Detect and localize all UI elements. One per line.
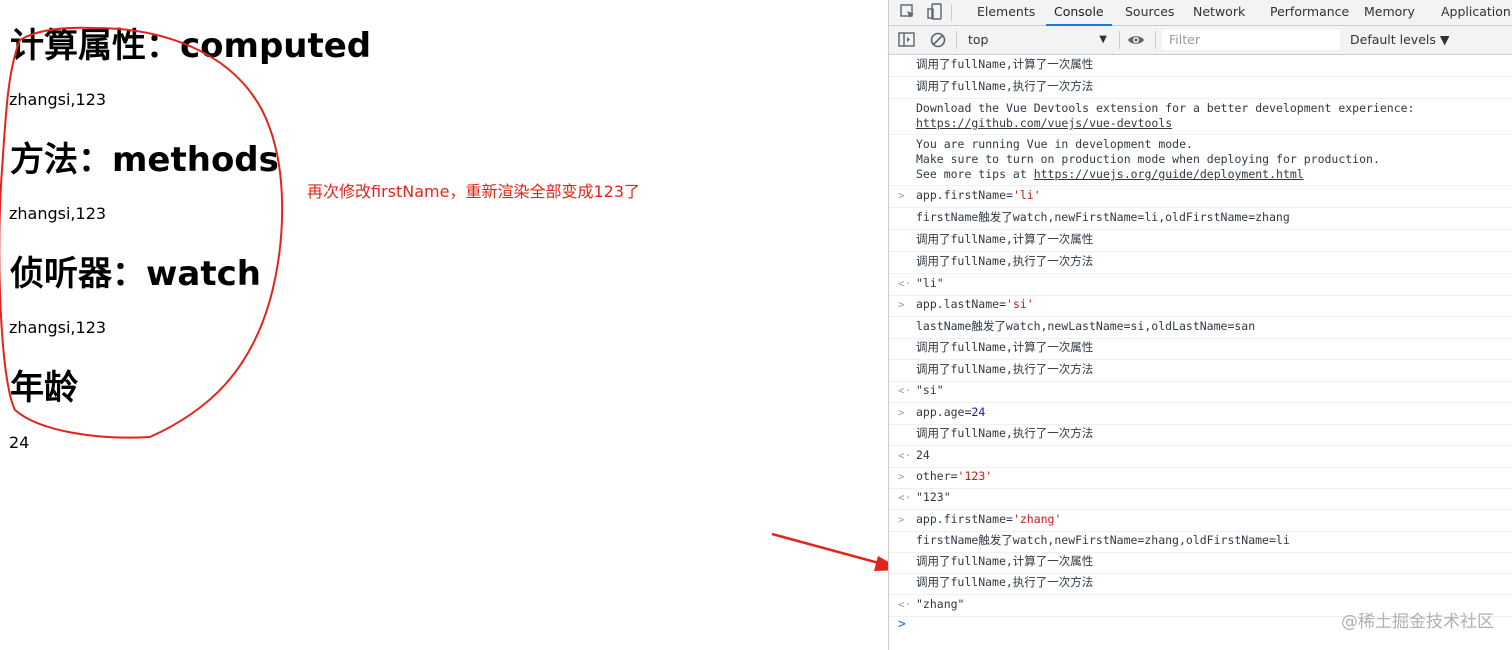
log-row: > app.lastName='si'	[889, 295, 1512, 317]
return-arrow-icon: <·	[898, 449, 912, 462]
log-row: 调用了fullName,计算了一次属性	[889, 55, 1512, 77]
tab-network[interactable]: Network	[1193, 0, 1245, 25]
log-row: 调用了fullName,计算了一次属性	[889, 230, 1512, 252]
watch-value: zhangsi,123	[9, 318, 107, 337]
vue-devtools-link[interactable]: https://github.com/vuejs/vue-devtools	[916, 116, 1172, 130]
log-row: <· "si"	[889, 381, 1512, 403]
log-text: 调用了fullName,计算了一次属性	[916, 57, 1094, 71]
log-row: 调用了fullName,计算了一次属性	[889, 552, 1512, 574]
tab-elements[interactable]: Elements	[977, 0, 1035, 25]
context-label: top	[968, 32, 989, 47]
age-heading: 年龄	[10, 368, 78, 408]
return-arrow-icon: <·	[898, 277, 912, 290]
log-row: Download the Vue Devtools extension for …	[889, 99, 1512, 135]
log-row: firstName触发了watch,newFirstName=li,oldFir…	[889, 208, 1512, 230]
app-page: 计算属性：computed zhangsi,123 方法：methods zha…	[0, 0, 888, 650]
eye-icon[interactable]	[1127, 31, 1145, 49]
log-row: 调用了fullName,执行了一次方法	[889, 360, 1512, 382]
devtools-panel: Elements Console Sources Network Perform…	[888, 0, 1512, 650]
watch-heading: 侦听器：watch	[10, 254, 261, 294]
vue-deployment-link[interactable]: https://vuejs.org/guide/deployment.html	[1034, 167, 1304, 181]
computed-heading: 计算属性：computed	[10, 26, 372, 66]
toolbar-separator	[1119, 31, 1120, 49]
log-text: 调用了fullName,计算了一次属性	[916, 232, 1094, 246]
log-text: 调用了fullName,执行了一次方法	[916, 254, 1094, 268]
log-text: 调用了fullName,执行了一次方法	[916, 362, 1094, 376]
log-row: <· "123"	[889, 488, 1512, 510]
filter-input[interactable]: Filter	[1162, 30, 1340, 50]
methods-value: zhangsi,123	[9, 204, 107, 223]
log-text: 调用了fullName,执行了一次方法	[916, 575, 1094, 589]
log-row: > app.age=24	[889, 403, 1512, 425]
input-chevron-icon: >	[898, 189, 905, 202]
device-toolbar-icon[interactable]	[926, 3, 944, 21]
sidebar-toggle-icon[interactable]	[898, 31, 916, 49]
return-value: "123"	[916, 490, 951, 504]
log-row: > other='123'	[889, 467, 1512, 489]
log-row: lastName触发了watch,newLastName=si,oldLastN…	[889, 317, 1512, 339]
log-text: 调用了fullName,执行了一次方法	[916, 426, 1094, 440]
log-row: <· "li"	[889, 274, 1512, 296]
inspect-element-icon[interactable]	[899, 3, 917, 21]
filter-placeholder: Filter	[1169, 32, 1200, 47]
input-chevron-icon: >	[898, 406, 905, 419]
log-row: <· 24	[889, 446, 1512, 468]
console-prompt-icon[interactable]: >	[898, 617, 906, 632]
tab-console[interactable]: Console	[1046, 0, 1112, 26]
return-arrow-icon: <·	[898, 491, 912, 504]
watermark: @稀土掘金技术社区	[1341, 612, 1494, 632]
return-arrow-icon: <·	[898, 598, 912, 611]
log-text: Download the Vue Devtools extension for …	[916, 101, 1415, 130]
log-text: app.age=24	[916, 405, 986, 419]
clear-console-icon[interactable]	[929, 31, 947, 49]
tab-memory[interactable]: Memory	[1364, 0, 1415, 25]
annotation-note: 再次修改firstName，重新渲染全部变成123了	[307, 182, 641, 201]
log-text: firstName触发了watch,newFirstName=zhang,old…	[916, 533, 1290, 547]
log-row: 调用了fullName,执行了一次方法	[889, 252, 1512, 274]
context-selector[interactable]: top ▼	[964, 31, 1111, 49]
return-value: "zhang"	[916, 597, 965, 611]
computed-value: zhangsi,123	[9, 90, 107, 109]
chevron-down-icon: ▼	[1099, 34, 1107, 45]
devtools-tabbar: Elements Console Sources Network Perform…	[889, 0, 1512, 26]
tab-sources[interactable]: Sources	[1125, 0, 1174, 25]
toolbar-separator	[1155, 31, 1156, 49]
return-value: "si"	[916, 383, 944, 397]
methods-heading: 方法：methods	[10, 140, 279, 180]
log-row: 调用了fullName,执行了一次方法	[889, 77, 1512, 99]
log-text: app.firstName='zhang'	[916, 512, 1062, 526]
log-row: 调用了fullName,执行了一次方法	[889, 424, 1512, 446]
tab-performance[interactable]: Performance	[1270, 0, 1349, 25]
age-value: 24	[9, 433, 30, 452]
tab-application[interactable]: Application	[1441, 0, 1511, 25]
input-chevron-icon: >	[898, 513, 905, 526]
log-text: 调用了fullName,计算了一次属性	[916, 340, 1094, 354]
tabbar-separator	[951, 4, 952, 21]
log-text: You are running Vue in development mode.…	[916, 137, 1380, 181]
input-chevron-icon: >	[898, 470, 905, 483]
log-row: 调用了fullName,计算了一次属性	[889, 338, 1512, 360]
toolbar-separator	[956, 31, 957, 49]
log-text: 调用了fullName,执行了一次方法	[916, 79, 1094, 93]
return-value: "li"	[916, 276, 944, 290]
log-row: 调用了fullName,执行了一次方法	[889, 573, 1512, 595]
log-row: > app.firstName='zhang'	[889, 510, 1512, 532]
console-toolbar: top ▼ Filter Default levels ▼	[889, 26, 1512, 55]
return-arrow-icon: <·	[898, 384, 912, 397]
log-text: firstName触发了watch,newFirstName=li,oldFir…	[916, 210, 1290, 224]
log-levels-dropdown[interactable]: Default levels ▼	[1350, 30, 1449, 50]
log-text: app.firstName='li'	[916, 188, 1041, 202]
log-text: other='123'	[916, 469, 993, 483]
log-text: app.lastName='si'	[916, 297, 1034, 311]
log-row: > app.firstName='li'	[889, 186, 1512, 208]
log-row: You are running Vue in development mode.…	[889, 135, 1512, 186]
log-row: firstName触发了watch,newFirstName=zhang,old…	[889, 531, 1512, 553]
input-chevron-icon: >	[898, 298, 905, 311]
log-text: lastName触发了watch,newLastName=si,oldLastN…	[916, 319, 1256, 333]
return-value: 24	[916, 448, 930, 462]
log-text: 调用了fullName,计算了一次属性	[916, 554, 1094, 568]
